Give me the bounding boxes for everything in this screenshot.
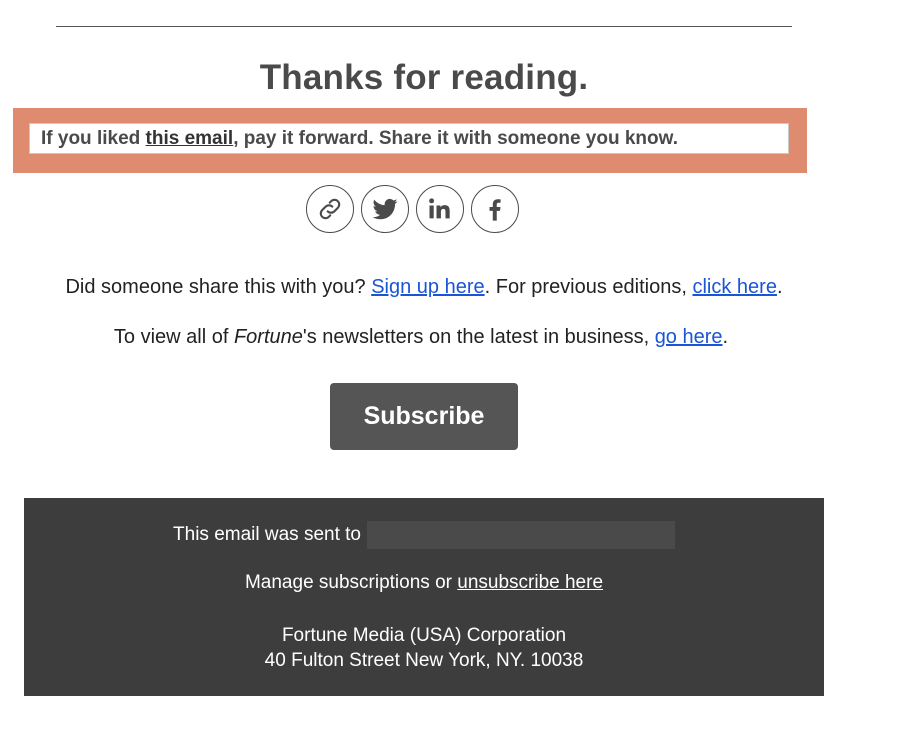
- recipient-email-redacted: [366, 521, 675, 549]
- share-prompt-text: If you liked this email, pay it forward.…: [29, 123, 789, 154]
- all-newsletters-link[interactable]: go here: [655, 326, 723, 348]
- sent-to-row: This email was sent to: [24, 521, 824, 549]
- newsletters-middle: 's newsletters on the latest in business…: [302, 326, 655, 348]
- signup-suffix: .: [776, 276, 783, 298]
- company-name: Fortune Media (USA) Corporation: [281, 625, 567, 646]
- share-prompt-prefix: If you liked: [41, 128, 146, 149]
- company-info: Fortune Media (USA) Corporation 40 Fulto…: [24, 623, 824, 673]
- facebook-share-button[interactable]: [471, 185, 519, 233]
- fortune-brand: Fortune: [233, 326, 303, 348]
- footer: This email was sent to Manage subscripti…: [24, 498, 824, 696]
- link-icon: [319, 198, 341, 220]
- thanks-heading: Thanks for reading.: [259, 58, 589, 97]
- twitter-icon: [372, 198, 398, 220]
- previous-editions-link[interactable]: click here: [692, 276, 776, 298]
- signup-middle: . For previous editions,: [484, 276, 693, 298]
- sign-up-link[interactable]: Sign up here: [371, 276, 484, 298]
- social-share-bar: [306, 185, 519, 237]
- newsletters-prefix: To view all of: [113, 326, 234, 348]
- this-email-link[interactable]: this email: [146, 128, 234, 149]
- manage-subscriptions-line: Manage subscriptions or unsubscribe here: [24, 572, 824, 594]
- newsletters-line: To view all of Fortune's newsletters on …: [0, 326, 842, 349]
- share-prompt-suffix: , pay it forward. Share it with someone …: [233, 128, 678, 149]
- subscribe-button[interactable]: Subscribe: [330, 383, 518, 450]
- top-divider: [56, 26, 792, 27]
- manage-prefix: Manage subscriptions or: [244, 572, 458, 593]
- signup-prefix: Did someone share this with you?: [65, 276, 372, 298]
- company-address: 40 Fulton Street New York, NY. 10038: [264, 650, 584, 671]
- linkedin-icon: [429, 198, 450, 219]
- linkedin-share-button[interactable]: [416, 185, 464, 233]
- newsletters-suffix: .: [722, 326, 729, 348]
- signup-line: Did someone share this with you? Sign up…: [0, 276, 848, 299]
- twitter-share-button[interactable]: [361, 185, 409, 233]
- unsubscribe-link[interactable]: unsubscribe here: [457, 572, 603, 593]
- copy-link-button[interactable]: [306, 185, 354, 233]
- share-prompt-box: If you liked this email, pay it forward.…: [13, 108, 807, 173]
- sent-to-label: This email was sent to: [173, 524, 361, 545]
- facebook-icon: [489, 199, 501, 221]
